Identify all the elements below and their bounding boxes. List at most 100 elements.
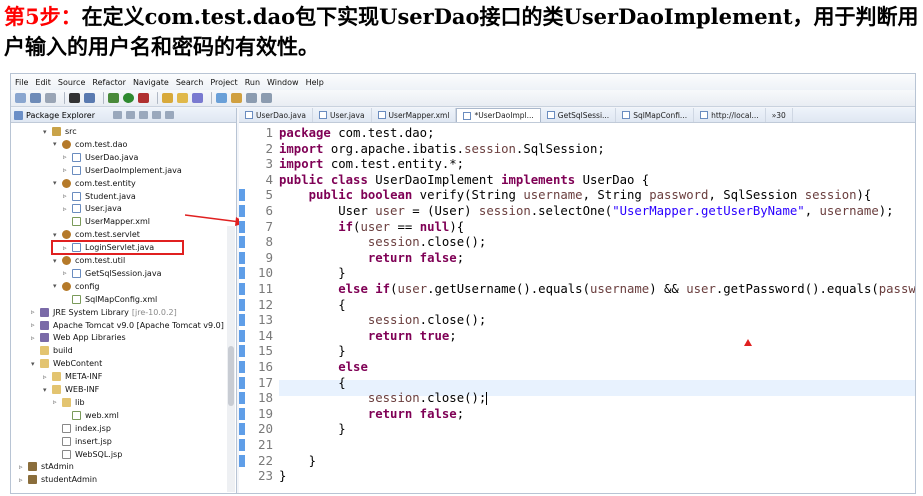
code-line[interactable]: import com.test.entity.*; xyxy=(279,156,464,172)
editor-tab[interactable]: GetSqlSessi... xyxy=(541,108,617,122)
annotation-icon[interactable] xyxy=(216,93,227,103)
tree-expander-icon[interactable]: ▾ xyxy=(31,360,40,368)
code-line[interactable]: public boolean verify(String username, S… xyxy=(279,187,872,203)
tree-item[interactable]: ▹ Student.java xyxy=(63,190,136,203)
tree-expander-icon[interactable]: ▹ xyxy=(63,153,72,161)
tree-item[interactable]: ▾ src xyxy=(43,125,77,138)
code-line[interactable]: session.close(); xyxy=(279,234,486,250)
code-area[interactable]: 1 package com.test.dao; 2 import org.apache… xyxy=(239,124,915,493)
tree-expander-icon[interactable]: ▹ xyxy=(63,166,72,174)
tree-expander-icon[interactable]: ▹ xyxy=(19,476,28,484)
code-line[interactable]: { xyxy=(279,297,345,313)
forward-icon[interactable] xyxy=(261,93,272,103)
tree-expander-icon[interactable]: ▾ xyxy=(53,282,62,290)
package-explorer-tab[interactable]: Package Explorer xyxy=(11,108,236,123)
code-line[interactable]: } xyxy=(279,343,345,359)
save-icon[interactable] xyxy=(30,93,41,103)
code-line[interactable]: if(user == null){ xyxy=(279,219,464,235)
tree-item[interactable]: index.jsp xyxy=(53,422,111,435)
editor-tab[interactable]: http://local... xyxy=(694,108,766,122)
explorer-scrollbar[interactable] xyxy=(227,226,235,492)
tree-expander-icon[interactable]: ▾ xyxy=(53,179,62,187)
minimize-icon[interactable] xyxy=(152,111,162,119)
tree-item[interactable]: web.xml xyxy=(63,409,119,422)
tree-item[interactable]: ▾ config xyxy=(53,280,99,293)
tree-item[interactable]: ▾ com.test.util xyxy=(53,254,125,267)
tree-item[interactable]: ▾ WebContent xyxy=(31,357,102,370)
code-line[interactable]: } xyxy=(279,468,286,484)
scrollbar-thumb[interactable] xyxy=(228,346,234,406)
code-line[interactable]: User user = (User) session.selectOne("Us… xyxy=(279,203,893,219)
editor-tab[interactable]: »30 xyxy=(766,108,793,122)
tree-item[interactable]: ▹ stAdmin xyxy=(19,460,74,473)
code-line[interactable]: else xyxy=(279,359,368,375)
editor-tab[interactable]: UserMapper.xml xyxy=(372,108,457,122)
open-folder-icon[interactable] xyxy=(177,93,188,103)
tree-item[interactable]: ▹ Apache Tomcat v9.0 [Apache Tomcat v9.0] xyxy=(31,319,224,332)
view-menu-icon[interactable] xyxy=(139,111,149,119)
editor-tab[interactable]: *UserDaoImpl... xyxy=(456,108,541,122)
tree-expander-icon[interactable]: ▾ xyxy=(53,140,62,148)
code-line[interactable]: } xyxy=(279,421,345,437)
menu-navigate[interactable]: Navigate xyxy=(133,78,169,87)
code-line[interactable]: { xyxy=(279,375,345,391)
run-icon[interactable] xyxy=(123,93,134,103)
editor-tab[interactable]: UserDao.java xyxy=(239,108,314,122)
tree-item[interactable]: WebSQL.jsp xyxy=(53,448,122,461)
link-editor-icon[interactable] xyxy=(126,111,136,119)
tree-expander-icon[interactable]: ▾ xyxy=(53,231,62,239)
code-line[interactable]: return true; xyxy=(279,328,457,344)
menu-help[interactable]: Help xyxy=(306,78,324,87)
tree-item[interactable]: ▹ lib xyxy=(53,396,85,409)
menu-run[interactable]: Run xyxy=(245,78,260,87)
menu-edit[interactable]: Edit xyxy=(35,78,51,87)
pin-icon[interactable] xyxy=(231,93,242,103)
editor-tab[interactable]: SqlMapConfi... xyxy=(616,108,695,122)
code-line[interactable]: return false; xyxy=(279,406,464,422)
tree-item[interactable]: ▾ com.test.dao xyxy=(53,138,127,151)
tree-item[interactable]: ▹ studentAdmin xyxy=(19,473,97,486)
editor-tab[interactable]: User.java xyxy=(313,108,372,122)
code-line[interactable]: else if(user.getUsername().equals(userna… xyxy=(279,281,915,297)
tree-expander-icon[interactable]: ▹ xyxy=(43,373,52,381)
tree-item[interactable]: ▹ JRE System Library [jre-10.0.2] xyxy=(31,306,177,319)
external-tools-icon[interactable] xyxy=(138,93,149,103)
back-icon[interactable] xyxy=(246,93,257,103)
tree-item[interactable]: insert.jsp xyxy=(53,435,112,448)
settings-icon[interactable] xyxy=(69,93,80,103)
tree-item[interactable]: ▹ User.java xyxy=(63,202,122,215)
code-line[interactable]: return false; xyxy=(279,250,464,266)
menu-refactor[interactable]: Refactor xyxy=(92,78,126,87)
search-icon[interactable] xyxy=(192,93,203,103)
tree-item[interactable]: ▹ META-INF xyxy=(43,370,102,383)
menu-window[interactable]: Window xyxy=(267,78,299,87)
new-icon[interactable] xyxy=(15,93,26,103)
save-all-icon[interactable] xyxy=(45,93,56,103)
tree-expander-icon[interactable]: ▹ xyxy=(53,398,62,406)
code-line[interactable]: import org.apache.ibatis.session.SqlSess… xyxy=(279,141,605,157)
tree-expander-icon[interactable]: ▹ xyxy=(31,334,40,342)
code-line[interactable]: public class UserDaoImplement implements… xyxy=(279,172,649,188)
code-line[interactable]: } xyxy=(279,265,345,281)
code-line[interactable]: session.close(); xyxy=(279,312,486,328)
tree-item[interactable]: build xyxy=(31,344,73,357)
tree-expander-icon[interactable]: ▾ xyxy=(53,257,62,265)
menu-source[interactable]: Source xyxy=(58,78,85,87)
tree-expander-icon[interactable]: ▹ xyxy=(63,192,72,200)
tree-item[interactable]: ▹ GetSqlSession.java xyxy=(63,267,161,280)
menu-project[interactable]: Project xyxy=(210,78,237,87)
tree-expander-icon[interactable]: ▹ xyxy=(63,269,72,277)
terminal-icon[interactable] xyxy=(84,93,95,103)
tree-expander-icon[interactable]: ▹ xyxy=(63,205,72,213)
tree-item[interactable]: SqlMapConfig.xml xyxy=(63,293,157,306)
code-line[interactable]: } xyxy=(279,453,316,469)
code-line[interactable]: package com.test.dao; xyxy=(279,125,434,141)
tree-expander-icon[interactable]: ▹ xyxy=(31,308,40,316)
maximize-icon[interactable] xyxy=(165,111,175,119)
tree-item[interactable]: ▹ UserDaoImplement.java xyxy=(63,164,182,177)
open-type-icon[interactable] xyxy=(162,93,173,103)
tree-item[interactable]: ▹ Web App Libraries xyxy=(31,331,126,344)
collapse-all-icon[interactable] xyxy=(113,111,123,119)
menu-search[interactable]: Search xyxy=(176,78,203,87)
tree-expander-icon[interactable]: ▹ xyxy=(19,463,28,471)
